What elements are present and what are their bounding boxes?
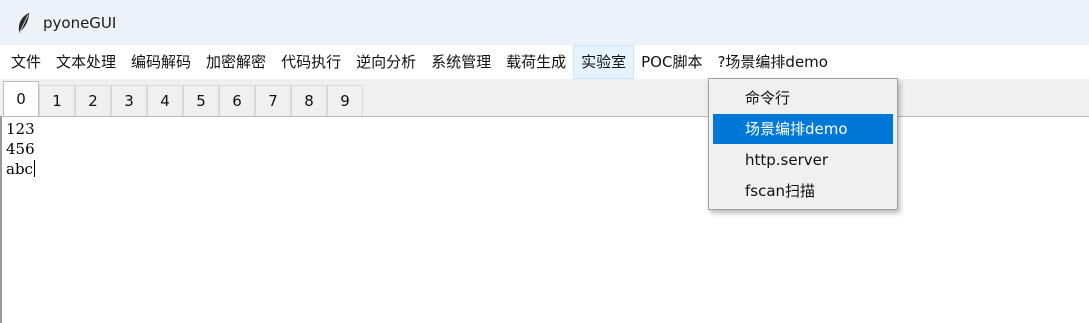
text-caret [33,160,35,177]
menu-text-processing[interactable]: 文本处理 [49,46,123,78]
feather-icon [13,12,35,34]
title-bar[interactable]: pyoneGUI [0,0,1089,45]
tab-5[interactable]: 5 [183,85,219,116]
editor-line-3: abc [6,159,1089,179]
tab-6[interactable]: 6 [219,85,255,116]
tab-2[interactable]: 2 [75,85,111,116]
tab-strip: 0 1 2 3 4 5 6 7 8 9 [0,79,1089,116]
tab-9[interactable]: 9 [327,85,363,116]
menu-poc-scripts[interactable]: POC脚本 [634,46,709,78]
tab-8[interactable]: 8 [291,85,327,116]
app-window: pyoneGUI 文件 文本处理 编码解码 加密解密 代码执行 逆向分析 系统管… [0,0,1089,323]
menu-encrypt-decrypt[interactable]: 加密解密 [199,46,273,78]
menu-lab[interactable]: 实验室 [573,45,635,79]
editor-line-1: 123 [6,120,35,138]
tab-0[interactable]: 0 [3,81,39,116]
menu-encode-decode[interactable]: 编码解码 [124,46,198,78]
menu-scenario-demo[interactable]: ?场景编排demo [710,46,835,78]
dropdown-item-fscan[interactable]: fscan扫描 [713,176,893,206]
editor-line-2: 456 [6,140,35,158]
menu-code-execution[interactable]: 代码执行 [274,46,348,78]
tab-1[interactable]: 1 [39,85,75,116]
dropdown-item-scenario-demo[interactable]: 场景编排demo [713,114,893,144]
menu-file[interactable]: 文件 [4,46,48,78]
window-title: pyoneGUI [43,13,117,32]
text-editor[interactable]: 123 456 abc [0,116,1089,323]
tab-4[interactable]: 4 [147,85,183,116]
dropdown-item-command-line[interactable]: 命令行 [713,83,893,113]
menu-payload-generation[interactable]: 载荷生成 [499,46,573,78]
tab-3[interactable]: 3 [111,85,147,116]
menu-bar: 文件 文本处理 编码解码 加密解密 代码执行 逆向分析 系统管理 载荷生成 实验… [0,45,1089,79]
menu-reverse-analysis[interactable]: 逆向分析 [349,46,423,78]
lab-dropdown-menu: 命令行 场景编排demo http.server fscan扫描 [708,78,898,210]
tab-7[interactable]: 7 [255,85,291,116]
dropdown-item-http-server[interactable]: http.server [713,145,893,175]
menu-system-management[interactable]: 系统管理 [424,46,498,78]
editor-line-3-text: abc [6,160,33,178]
